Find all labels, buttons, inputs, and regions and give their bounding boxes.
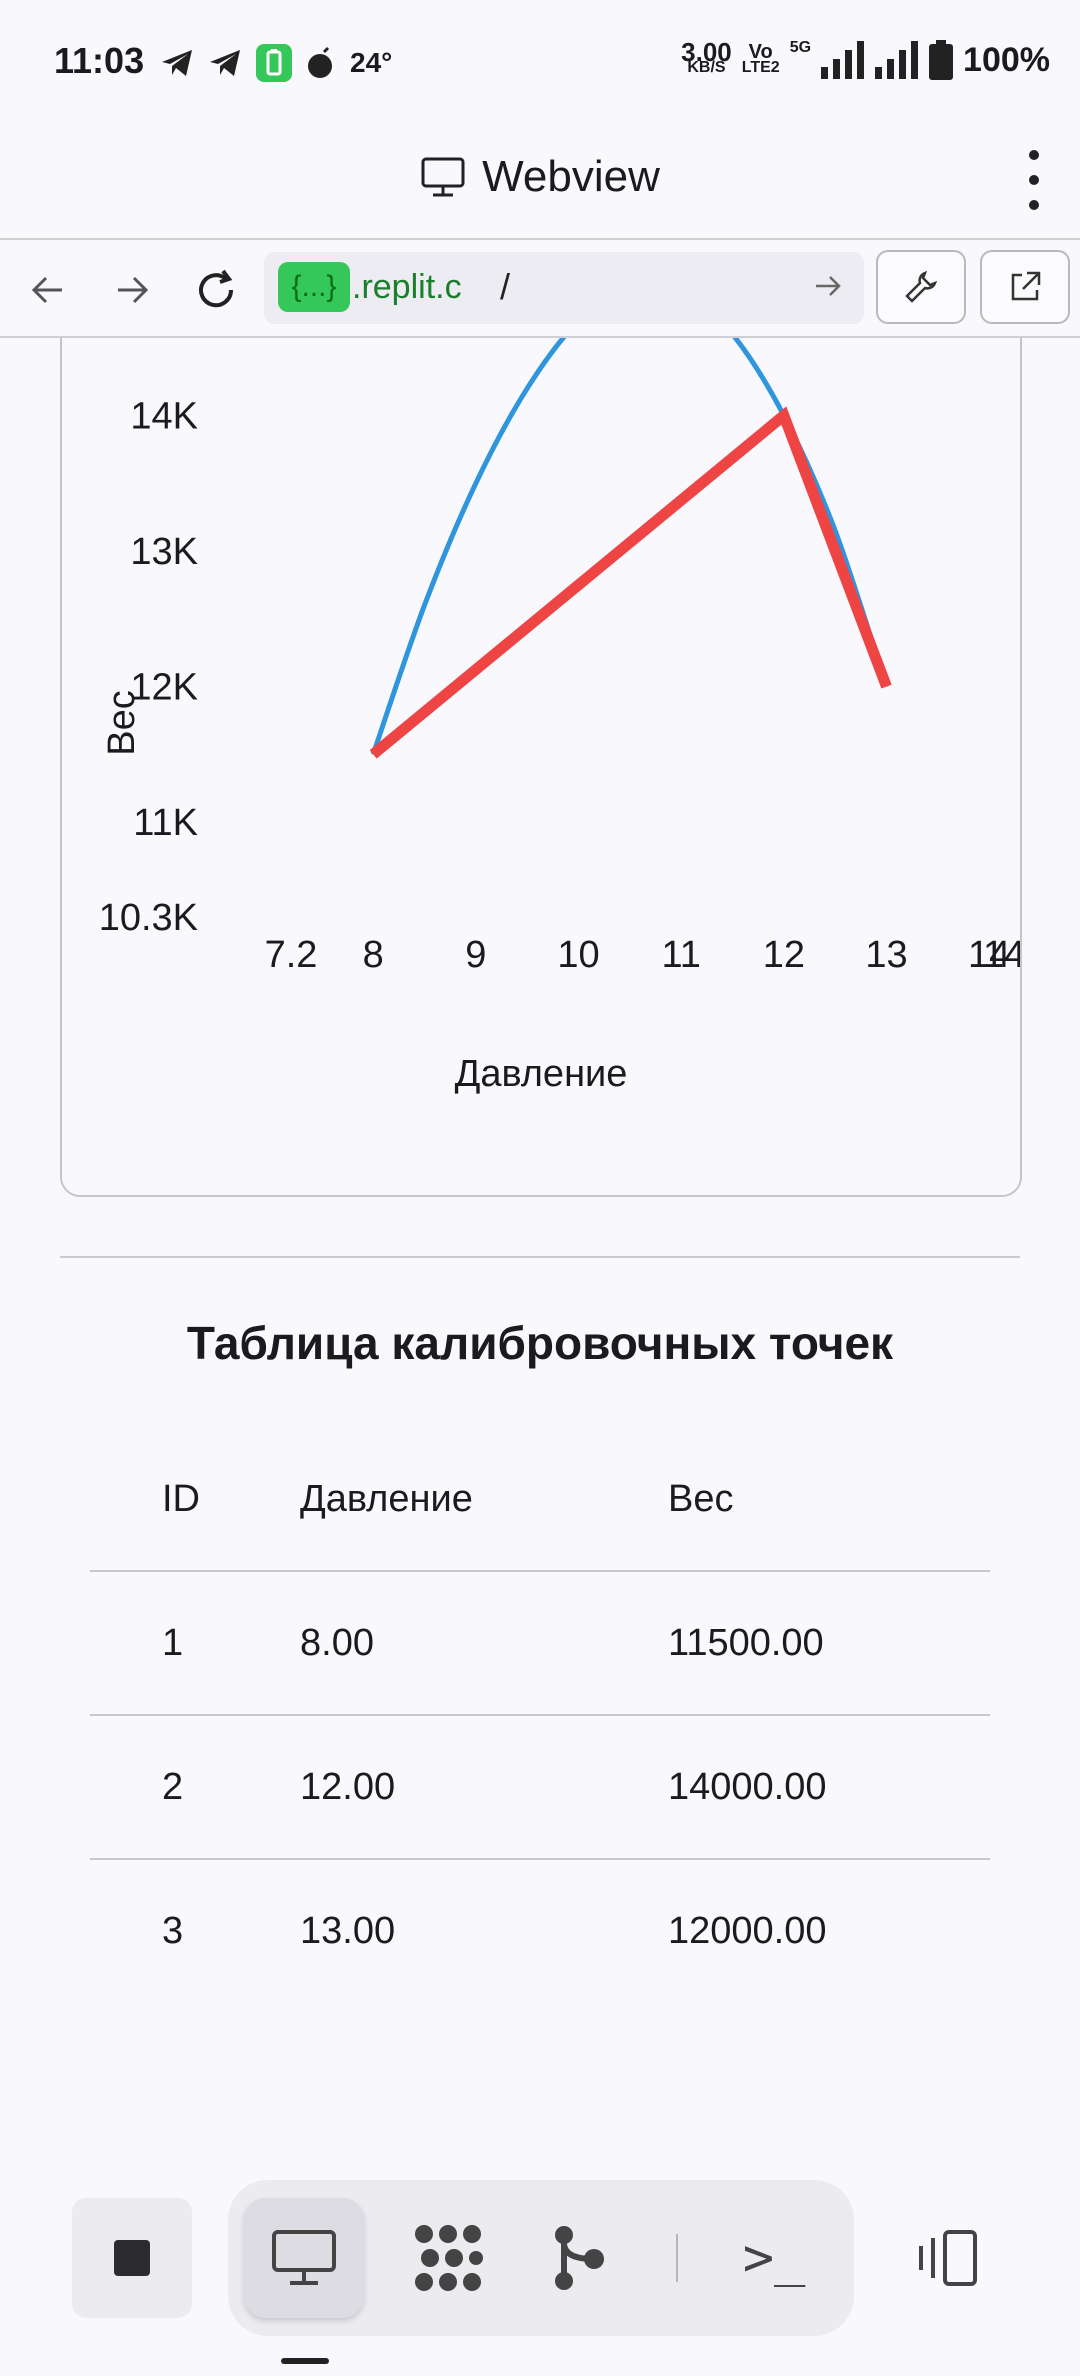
title-bar: Webview [0, 120, 1080, 240]
y-tick-label: 14K [130, 396, 198, 438]
tool-tabs: >_ [228, 2180, 854, 2336]
column-header-id: ID [90, 1428, 299, 1572]
volte-indicator: Vo LTE2 [741, 41, 780, 76]
signal-icon [821, 41, 865, 79]
url-domain: .replit.c [352, 268, 462, 306]
x-tick-label: 12 [763, 934, 805, 976]
open-external-button[interactable] [980, 250, 1070, 324]
net-speed: 3.00 KB/S [681, 37, 732, 76]
bomb-icon [308, 46, 332, 78]
x-tick-label: 9 [465, 934, 486, 976]
cell-id: 2 [90, 1715, 299, 1860]
more-menu-icon[interactable] [1026, 150, 1042, 210]
cell-id: 3 [162, 1909, 184, 1952]
external-link-icon [1011, 271, 1041, 301]
x-tick-label: 14.3 [983, 934, 1020, 976]
battery-icon [929, 40, 954, 80]
x-tick-label: 8 [363, 934, 384, 976]
battery-percent: 100% [963, 40, 1050, 79]
cell-pressure: 8.00 [299, 1571, 667, 1716]
toolbar-separator [676, 2234, 678, 2282]
reload-icon [199, 269, 234, 308]
url-path: / [500, 266, 511, 307]
monitor-icon [421, 157, 465, 197]
forward-button[interactable] [102, 260, 162, 320]
battery-saver-icon [256, 44, 292, 82]
bottom-toolbar: >_ [0, 2130, 1080, 2376]
dots-grid-icon [415, 2225, 483, 2291]
go-arrow-icon[interactable] [812, 270, 844, 302]
arrow-right-icon [118, 276, 149, 304]
git-branch-icon [555, 2226, 604, 2290]
table-row: 2 12.00 14000.00 [90, 1715, 990, 1860]
title-group: Webview [0, 152, 1080, 202]
browser-nav-bar: {...} .replit.c / [0, 240, 1080, 338]
webview-content: 15K14K13K12K11K10.3K7.289101112131414.3Д… [0, 338, 1080, 2128]
network-type: 5G [789, 39, 812, 56]
notification-icons: 24° [160, 44, 392, 82]
monitor-icon [272, 2230, 336, 2285]
stop-icon [114, 2240, 150, 2276]
cell-pressure: 13.00 [300, 1909, 396, 1952]
table-row: 3 13.00 12000.00 [90, 1859, 990, 2002]
chart-card: 15K14K13K12K11K10.3K7.289101112131414.3Д… [60, 338, 1057, 1197]
signal-icon [875, 41, 919, 79]
divider [60, 1256, 1020, 1258]
replit-badge: {...} [278, 262, 350, 312]
stop-button[interactable] [72, 2198, 192, 2318]
tab-packages[interactable] [388, 2198, 508, 2318]
telegram-icon [162, 50, 192, 76]
table-title: Таблица калибровочных точек [186, 1317, 894, 1369]
x-tick-label: 11 [661, 934, 700, 976]
cell-weight: 11500.00 [667, 1571, 990, 1716]
temperature: 24° [350, 47, 393, 78]
table-row: 1 8.00 11500.00 [90, 1571, 990, 1716]
y-tick-label: 13K [130, 531, 198, 573]
x-tick-label: 10 [557, 934, 599, 976]
cell-id: 1 [90, 1571, 299, 1716]
column-header-pressure: Давление [299, 1428, 667, 1572]
calibration-chart: 15K14K13K12K11K10.3K7.289101112131414.3Д… [99, 338, 1057, 1095]
calibration-table: ID Давление Вес 1 8.00 11500.00 2 12.00 … [90, 1428, 990, 2002]
arrow-left-icon [31, 276, 62, 304]
tab-webview[interactable] [244, 2198, 364, 2318]
status-right: 3.00 KB/S Vo LTE2 5G 100% [681, 37, 1050, 80]
cell-weight: 12000.00 [668, 1909, 827, 1952]
reload-button[interactable] [186, 260, 246, 320]
devtools-button[interactable] [876, 250, 966, 324]
cell-weight: 14000.00 [667, 1715, 990, 1860]
terminal-icon: >_ [742, 2228, 806, 2288]
y-tick-label: 11K [133, 802, 198, 844]
tab-shell[interactable]: >_ [714, 2198, 834, 2318]
y-axis-label: Вес [101, 690, 143, 755]
wrench-icon [905, 270, 938, 303]
table-header-row: ID Давление Вес [90, 1428, 990, 1572]
switch-layout-button[interactable] [908, 2208, 988, 2308]
home-indicator [281, 2358, 329, 2364]
panel-switch-icon [919, 2230, 977, 2286]
back-button[interactable] [18, 260, 78, 320]
x-tick-label: 7.2 [265, 934, 318, 976]
tab-git[interactable] [520, 2198, 640, 2318]
url-bar[interactable]: {...} .replit.c / [264, 252, 864, 324]
telegram-icon [210, 50, 240, 76]
y-tick-label: 10.3K [99, 897, 198, 939]
x-axis-label: Давление [455, 1053, 628, 1095]
status-time: 11:03 [54, 40, 145, 81]
page-title: Webview [482, 152, 660, 201]
cell-pressure: 12.00 [299, 1715, 667, 1860]
column-header-weight: Вес [667, 1428, 990, 1572]
status-bar: 11:03 24° 3.00 KB/S Vo LTE2 5G 100% [0, 0, 1080, 120]
x-tick-label: 13 [865, 934, 907, 976]
